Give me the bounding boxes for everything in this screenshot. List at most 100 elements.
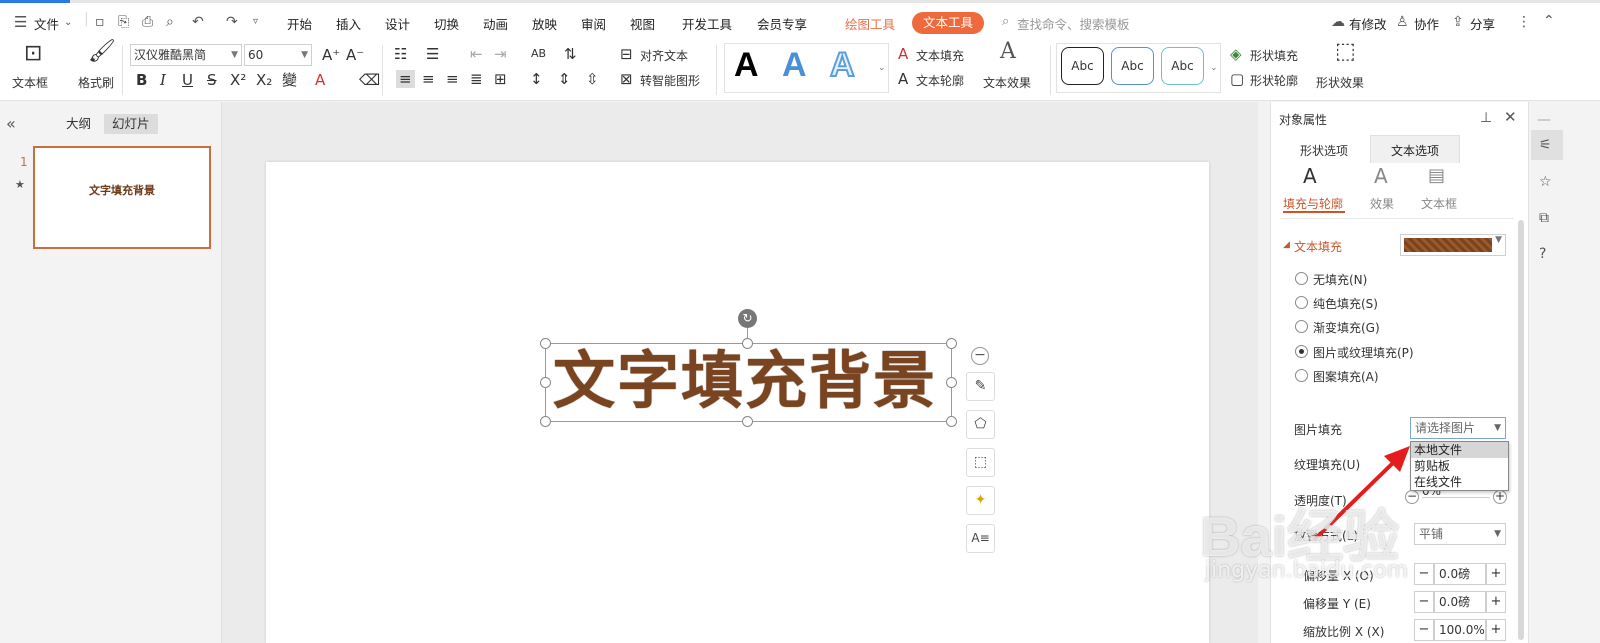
paragraph-spacing-icon[interactable]: ⇕ (558, 70, 571, 88)
offset-x-increase[interactable]: + (1486, 563, 1506, 585)
numbered-list-icon[interactable]: ☰ (426, 45, 439, 63)
resize-handle-r[interactable] (946, 377, 957, 388)
rotate-handle[interactable]: ↻ (738, 309, 757, 328)
redo-icon[interactable]: ↷ (226, 14, 238, 30)
slide-thumbnail[interactable]: 文字填充背景 (33, 146, 211, 249)
tab-drawing-tools[interactable]: 绘图工具 (845, 14, 895, 33)
shape-fill-button[interactable]: 形状填充 (1250, 47, 1298, 64)
save-icon[interactable]: ▫ (95, 14, 105, 30)
expand-triangle-icon[interactable]: ◢ (1283, 240, 1290, 250)
text-direction-icon[interactable]: AB (531, 45, 546, 63)
font-name-select[interactable]: 汉仪雅酷黑简 ▼ (130, 44, 242, 66)
text-style-outline[interactable]: A (829, 45, 856, 85)
font-size-select[interactable]: 60 ▼ (244, 44, 312, 66)
radio-picture-fill[interactable] (1295, 345, 1308, 358)
resize-handle-t[interactable] (742, 338, 753, 349)
font-color-icon[interactable]: A (315, 71, 325, 89)
resize-handle-l[interactable] (540, 377, 551, 388)
customize-toolbar-icon[interactable]: ▿ (253, 14, 258, 30)
decrease-font-icon[interactable]: A⁻ (346, 46, 364, 64)
underline-icon[interactable]: U (182, 71, 193, 89)
option-picture-fill[interactable]: 图片或纹理填充(P) (1313, 344, 1414, 361)
tab-view[interactable]: 视图 (630, 14, 655, 33)
tab-text-tools[interactable]: 文本工具 (912, 12, 984, 34)
subtab-textbox[interactable]: 文本框 (1421, 195, 1457, 212)
gallery-more-icon[interactable]: ⌄ (1210, 59, 1218, 77)
tab-slides[interactable]: 幻灯片 (104, 114, 158, 134)
line-spacing-icon[interactable]: ↕ (530, 70, 543, 88)
text-fill-button[interactable]: 文本填充 (916, 47, 964, 64)
shape-effect-button[interactable]: 形状效果 (1316, 74, 1364, 91)
textbox-button[interactable]: 文本框 (12, 74, 48, 91)
decrease-indent-icon[interactable]: ⇤ (470, 45, 483, 63)
collapse-ribbon-icon[interactable]: ⌃ (1543, 13, 1555, 29)
slides-icon[interactable]: ⧉ (1539, 210, 1549, 226)
tab-text-options[interactable]: 文本选项 (1391, 142, 1439, 159)
pin-icon[interactable]: ⊥ (1480, 110, 1492, 126)
distribute-icon[interactable]: ⊞ (494, 70, 507, 88)
idea-bulb-icon[interactable]: ✦ (966, 486, 995, 515)
clear-format-icon[interactable]: ⌫ (359, 71, 380, 89)
resize-handle-br[interactable] (946, 416, 957, 427)
panel-title[interactable]: 对象属性 (1279, 111, 1327, 128)
textbox-prop-icon[interactable]: ▤ (1428, 167, 1445, 185)
print-icon[interactable]: ⎙ (142, 14, 153, 30)
spacing-more-icon[interactable]: ⇳ (586, 70, 599, 88)
subtab-fill-outline[interactable]: 填充与轮廓 (1283, 195, 1343, 212)
more-icon[interactable]: ⋮ (1517, 14, 1531, 30)
help-icon[interactable]: ? (1539, 246, 1546, 262)
offset-y-input[interactable]: 0.0磅 (1434, 591, 1486, 613)
scale-x-input[interactable]: 100.0% (1434, 619, 1486, 641)
tab-design[interactable]: 设计 (385, 14, 410, 33)
resize-handle-bl[interactable] (540, 416, 551, 427)
radio-pattern-fill[interactable] (1295, 369, 1308, 382)
tab-slideshow[interactable]: 放映 (532, 14, 557, 33)
text-effect-button[interactable]: 文本效果 (983, 74, 1031, 91)
dropdown-item-local-file[interactable]: 本地文件 (1411, 442, 1508, 458)
radio-solid-fill[interactable] (1295, 296, 1308, 309)
option-no-fill[interactable]: 无填充(N) (1313, 271, 1367, 288)
option-pattern-fill[interactable]: 图案填充(A) (1313, 368, 1379, 385)
option-gradient-fill[interactable]: 渐变填充(G) (1313, 319, 1380, 336)
align-center-icon[interactable]: ≡ (422, 70, 435, 88)
shape-fill-tool-icon[interactable]: ⬠ (966, 410, 995, 439)
subscript-icon[interactable]: X₂ (256, 71, 272, 89)
collaborate-button[interactable]: 协作 (1414, 14, 1439, 33)
offset-x-decrease[interactable]: − (1414, 563, 1434, 585)
strikethrough-icon[interactable]: S (207, 71, 217, 89)
properties-icon[interactable]: ⚟ (1539, 137, 1552, 153)
edit-text-icon[interactable]: ✎ (966, 372, 995, 401)
align-text-button[interactable]: 对齐文本 (640, 47, 688, 64)
radio-gradient-fill[interactable] (1295, 320, 1308, 333)
resize-handle-b[interactable] (742, 416, 753, 427)
dropdown-item-online-file[interactable]: 在线文件 (1411, 474, 1508, 490)
transparency-increase[interactable]: + (1493, 490, 1507, 504)
shape-outline-button[interactable]: 形状轮廓 (1250, 72, 1298, 89)
tab-animation[interactable]: 动画 (483, 14, 508, 33)
justify-icon[interactable]: ≣ (470, 70, 483, 88)
tab-review[interactable]: 审阅 (581, 14, 606, 33)
fill-preview-select[interactable]: ▼ (1400, 234, 1506, 256)
tile-select[interactable]: 平铺 ▼ (1414, 523, 1506, 545)
scale-x-increase[interactable]: + (1486, 619, 1506, 641)
tab-member[interactable]: 会员专享 (757, 14, 807, 33)
superscript-icon[interactable]: X² (230, 71, 246, 89)
effect-icon[interactable]: A (1374, 166, 1388, 186)
option-solid-fill[interactable]: 纯色填充(S) (1313, 295, 1378, 312)
fill-outline-icon[interactable]: A (1303, 166, 1317, 186)
undo-icon[interactable]: ↶ (192, 14, 204, 30)
picture-fill-select[interactable]: 请选择图片 ▼ (1410, 417, 1506, 439)
offset-y-decrease[interactable]: − (1414, 591, 1434, 613)
outline-tool-icon[interactable]: ⬚ (966, 448, 995, 477)
bullet-list-icon[interactable]: ☷ (394, 45, 407, 63)
increase-indent-icon[interactable]: ⇥ (494, 45, 507, 63)
radio-no-fill[interactable] (1295, 272, 1308, 285)
shape-style-teal[interactable]: Abc (1161, 47, 1204, 85)
italic-icon[interactable]: I (160, 71, 166, 89)
offset-x-input[interactable]: 0.0磅 (1434, 563, 1486, 585)
star-icon[interactable]: ☆ (1539, 174, 1552, 190)
menu-file[interactable]: 文件 (34, 14, 59, 33)
align-left-icon[interactable]: ≡ (396, 70, 415, 88)
tab-developer[interactable]: 开发工具 (682, 14, 732, 33)
resize-handle-tl[interactable] (540, 338, 551, 349)
